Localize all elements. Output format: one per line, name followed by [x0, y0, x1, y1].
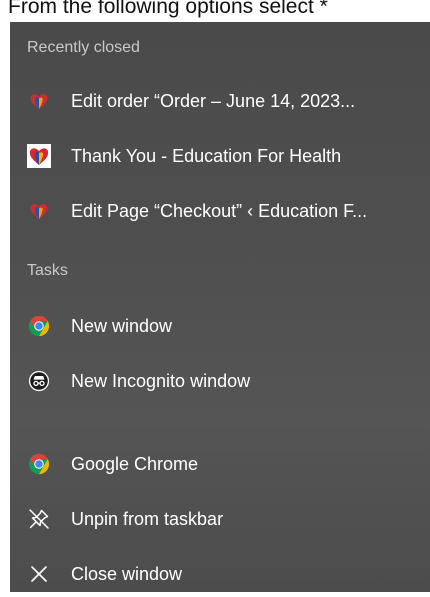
- new-window-task[interactable]: New window: [10, 303, 430, 349]
- site-favicon-icon: [27, 199, 51, 223]
- tasks-header: Tasks: [27, 262, 68, 279]
- close-icon: [27, 562, 51, 586]
- close-window-item[interactable]: Close window: [10, 551, 430, 597]
- incognito-icon: [27, 369, 51, 393]
- chrome-icon: [27, 452, 51, 476]
- page-caption: From the following options select *: [8, 0, 328, 18]
- recently-closed-header: Recently closed: [27, 39, 140, 56]
- new-incognito-window-task[interactable]: New Incognito window: [10, 358, 430, 404]
- unpin-from-taskbar-item[interactable]: Unpin from taskbar: [10, 496, 430, 542]
- recent-item-label: Edit order “Order – June 14, 2023...: [71, 90, 356, 111]
- new-window-label: New window: [71, 315, 173, 336]
- recent-item-label: Edit Page “Checkout” ‹ Education F...: [71, 200, 368, 221]
- recent-item[interactable]: Thank You - Education For Health: [10, 133, 430, 179]
- site-favicon-icon: [27, 144, 51, 168]
- unpin-icon: [27, 507, 51, 531]
- site-favicon-icon: [27, 89, 51, 113]
- jump-list-panel: Recently closed Edit order “Order – June…: [10, 22, 430, 592]
- unpin-from-taskbar-label: Unpin from taskbar: [71, 508, 224, 529]
- recent-item[interactable]: Edit order “Order – June 14, 2023...: [10, 78, 430, 124]
- google-chrome-label: Google Chrome: [71, 453, 199, 474]
- close-window-label: Close window: [71, 563, 183, 584]
- recent-item-label: Thank You - Education For Health: [71, 145, 342, 166]
- google-chrome-item[interactable]: Google Chrome: [10, 441, 430, 487]
- recent-item[interactable]: Edit Page “Checkout” ‹ Education F...: [10, 188, 430, 234]
- chrome-icon: [27, 314, 51, 338]
- new-incognito-window-label: New Incognito window: [71, 370, 251, 391]
